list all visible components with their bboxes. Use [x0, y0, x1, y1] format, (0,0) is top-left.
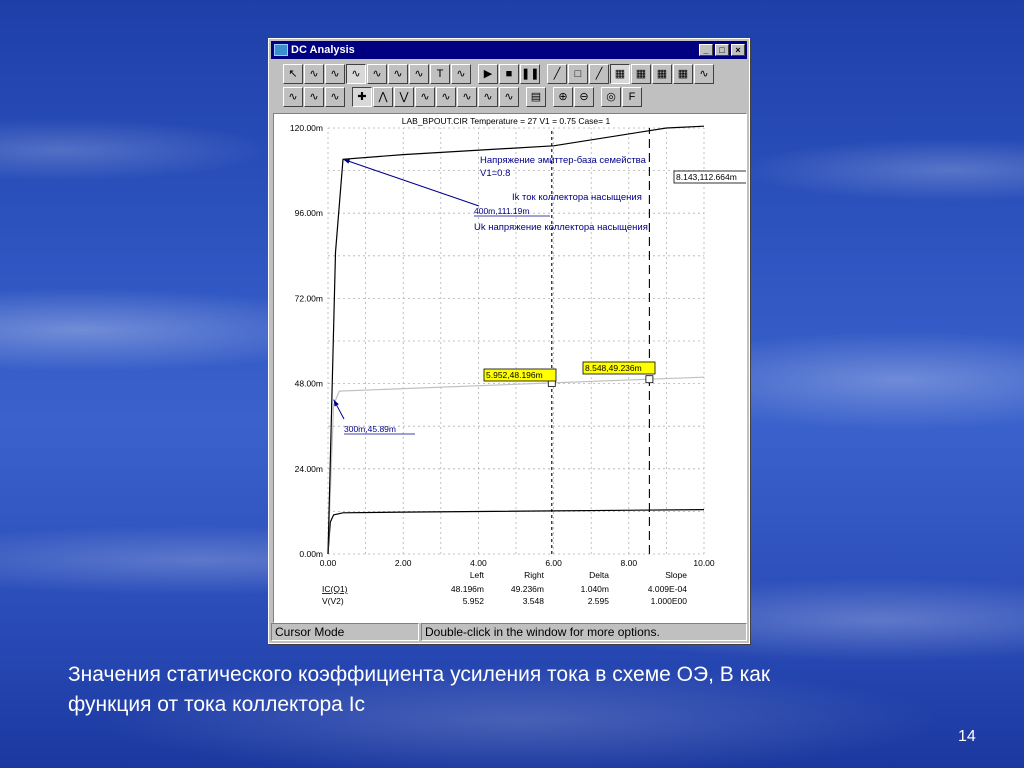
- table-cell: 1.040m: [581, 584, 609, 594]
- y-tick-label: 48.00m: [295, 379, 323, 389]
- tool-icon[interactable]: ∿: [325, 87, 345, 107]
- text-icon[interactable]: T: [430, 64, 450, 84]
- value-label: 8.548,49.236m: [585, 363, 642, 373]
- tool-icon[interactable]: ∿: [367, 64, 387, 84]
- arrow-head: [343, 159, 351, 164]
- slide-caption: Значения статического коэффициента усиле…: [68, 660, 948, 720]
- tool-icon[interactable]: ∿: [304, 87, 324, 107]
- table-cell: 48.196m: [451, 584, 484, 594]
- table-header: Slope: [665, 570, 687, 580]
- globe-icon[interactable]: ◎: [601, 87, 621, 107]
- tool-icon[interactable]: ∿: [409, 64, 429, 84]
- annotation-text: V1=0.8: [480, 168, 510, 179]
- pointer-icon[interactable]: ↖: [283, 64, 303, 84]
- value-label: 8.143,112.664m: [676, 172, 737, 182]
- tool-icon[interactable]: ∿: [415, 87, 435, 107]
- cursor-icon[interactable]: ✚: [352, 87, 372, 107]
- table-header: Left: [470, 570, 485, 580]
- pause-icon[interactable]: ❚❚: [520, 64, 540, 84]
- line-icon[interactable]: ╱: [547, 64, 567, 84]
- table-cell: 4.009E-04: [648, 584, 687, 594]
- zoom-in-icon[interactable]: ⊕: [553, 87, 573, 107]
- y-tick-label: 72.00m: [295, 293, 323, 303]
- annotation-arrow: [342, 158, 480, 207]
- value-label: 400m,111.19m: [474, 206, 529, 216]
- y-tick-label: 96.00m: [295, 208, 323, 218]
- y-tick-label: 0.00m: [299, 549, 323, 559]
- window-title: DC Analysis: [291, 44, 355, 56]
- tool-icon[interactable]: ∿: [478, 87, 498, 107]
- play-icon[interactable]: ▶: [478, 64, 498, 84]
- annotation-text: Uk напряжение коллектора насыщения: [474, 222, 648, 233]
- table-cell: 3.548: [523, 596, 545, 606]
- dc-analysis-window: DC Analysis _ □ × ↖ ∿ ∿ ∿ ∿ ∿ ∿ T ∿ ▶ ■ ❚❚ ╱ □ ╱ ▦ ▦ ▦ ▦ ∿ …: [268, 38, 756, 644]
- grid-icon[interactable]: ▦: [652, 64, 672, 84]
- tool-icon[interactable]: ∿: [283, 87, 303, 107]
- stop-icon[interactable]: ■: [499, 64, 519, 84]
- annotation-text: Ik ток коллектора насыщения: [512, 192, 642, 203]
- maximize-button[interactable]: □: [715, 44, 729, 56]
- tool-icon[interactable]: ∿: [304, 64, 324, 84]
- close-button[interactable]: ×: [731, 44, 745, 56]
- series-line: [327, 125, 705, 555]
- tool-icon[interactable]: ∿: [388, 64, 408, 84]
- x-tick-label: 0.00: [320, 558, 337, 568]
- tool-icon[interactable]: ∿: [457, 87, 477, 107]
- table-row-label: IC(Q1): [322, 584, 348, 594]
- x-tick-label: 2.00: [395, 558, 412, 568]
- value-label: 300m,45.89m: [344, 424, 396, 434]
- page-number: 14: [958, 728, 976, 745]
- table-header: Delta: [589, 570, 609, 580]
- table-cell: 1.000E00: [651, 596, 688, 606]
- status-bar: Cursor Mode Double-click in the window f…: [271, 623, 747, 641]
- dc-analysis-chart[interactable]: LAB_BPOUT.CIR Temperature = 27 V1 = 0.75…: [274, 114, 756, 622]
- app-icon: [274, 44, 288, 56]
- plot-area[interactable]: LAB_BPOUT.CIR Temperature = 27 V1 = 0.75…: [273, 113, 756, 623]
- caption-line-2: функция от тока коллектора Ic: [68, 693, 366, 716]
- status-hint: Double-click in the window for more opti…: [421, 623, 747, 641]
- table-cell: 2.595: [588, 596, 610, 606]
- zoom-out-icon[interactable]: ⊖: [574, 87, 594, 107]
- x-tick-label: 8.00: [621, 558, 638, 568]
- arrow-head: [333, 399, 339, 407]
- line-icon[interactable]: ╱: [589, 64, 609, 84]
- valley-icon[interactable]: ⋁: [394, 87, 414, 107]
- grid-icon[interactable]: ▦: [673, 64, 693, 84]
- table-cell: 5.952: [463, 596, 485, 606]
- x-tick-label: 6.00: [545, 558, 562, 568]
- grid-icon[interactable]: ▦: [631, 64, 651, 84]
- tool-icon[interactable]: ∿: [346, 64, 366, 84]
- tool-icon[interactable]: ∿: [451, 64, 471, 84]
- y-tick-label: 24.00m: [295, 464, 323, 474]
- annotation-text: Напряжение эмиттер-база семейства: [480, 155, 647, 166]
- grid-icon[interactable]: ▦: [610, 64, 630, 84]
- value-label: 5.952,48.196m: [486, 370, 543, 380]
- y-tick-label: 120.00m: [290, 123, 323, 133]
- table-row-label: V(V2): [322, 596, 344, 606]
- table-icon[interactable]: ▤: [526, 87, 546, 107]
- peak-icon[interactable]: ⋀: [373, 87, 393, 107]
- tool-icon[interactable]: ∿: [436, 87, 456, 107]
- tool-icon[interactable]: ∿: [499, 87, 519, 107]
- toolbar-row-2: ∿ ∿ ∿ ✚ ⋀ ⋁ ∿ ∿ ∿ ∿ ∿ ▤ ⊕ ⊖ ◎ F: [283, 87, 643, 109]
- chart-title: LAB_BPOUT.CIR Temperature = 27 V1 = 0.75…: [402, 116, 611, 126]
- title-bar[interactable]: DC Analysis _ □ ×: [271, 41, 747, 59]
- toolbar-row-1: ↖ ∿ ∿ ∿ ∿ ∿ ∿ T ∿ ▶ ■ ❚❚ ╱ □ ╱ ▦ ▦ ▦ ▦ ∿: [283, 64, 715, 86]
- minimize-button[interactable]: _: [699, 44, 713, 56]
- cursor-marker: [645, 375, 654, 384]
- caption-line-1: Значения статического коэффициента усиле…: [68, 663, 771, 686]
- tool-icon[interactable]: ∿: [694, 64, 714, 84]
- table-header: Right: [524, 570, 544, 580]
- box-icon[interactable]: □: [568, 64, 588, 84]
- tool-icon[interactable]: ∿: [325, 64, 345, 84]
- status-mode: Cursor Mode: [271, 623, 419, 641]
- x-tick-label: 4.00: [470, 558, 487, 568]
- x-tick-label: 10.00: [693, 558, 715, 568]
- font-icon[interactable]: F: [622, 87, 642, 107]
- table-cell: 49.236m: [511, 584, 544, 594]
